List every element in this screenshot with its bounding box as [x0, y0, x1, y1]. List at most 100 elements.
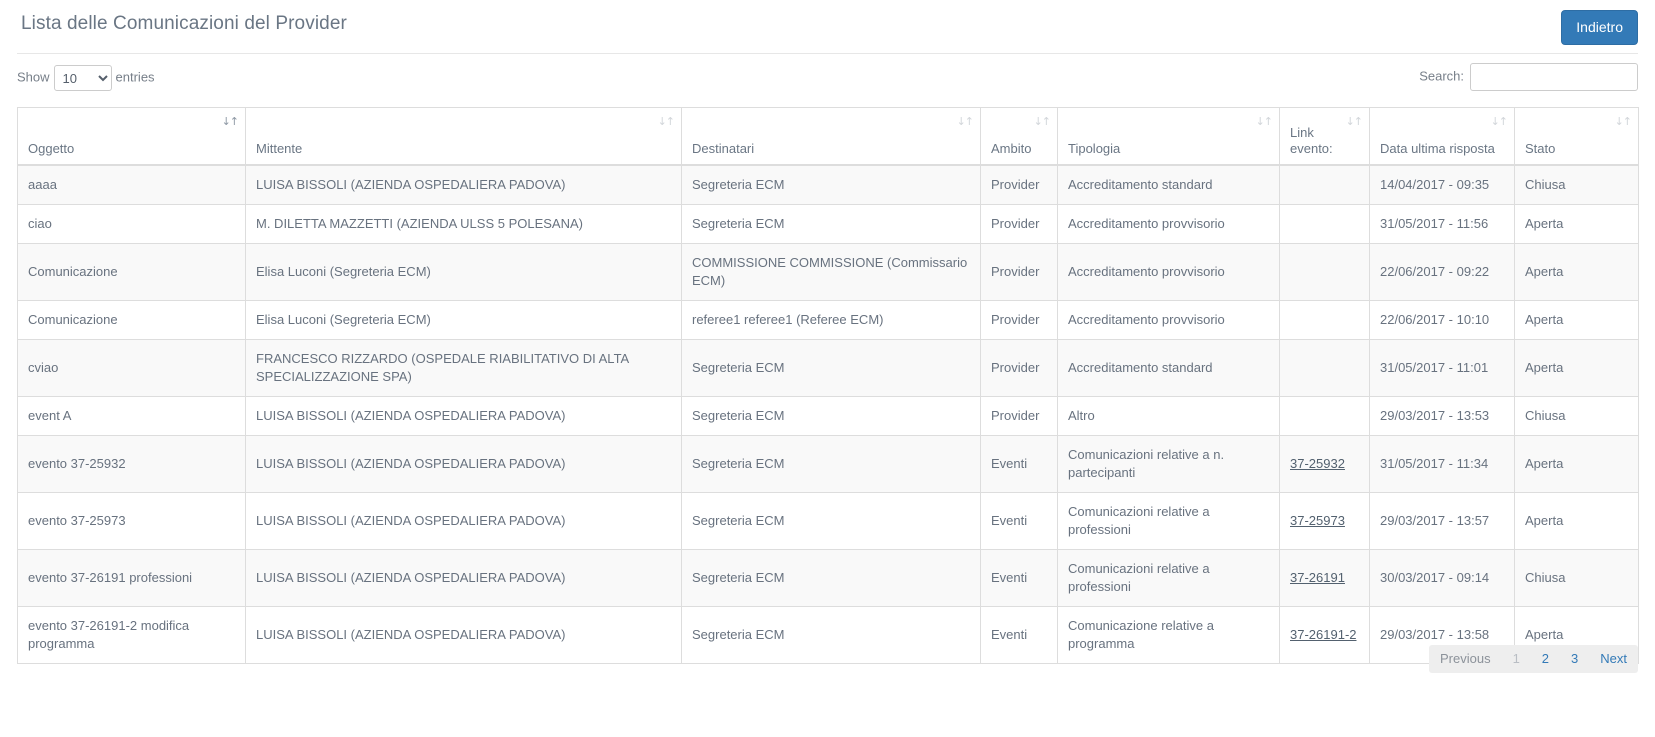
column-label-ambito: Ambito	[991, 140, 1032, 156]
cell-mittente: M. DILETTA MAZZETTI (AZIENDA ULSS 5 POLE…	[245, 203, 682, 244]
event-link[interactable]: 37-25932	[1290, 456, 1345, 471]
cell-tipologia: Comunicazione relative a programma	[1057, 605, 1280, 664]
cell-ambito: Eventi	[980, 434, 1058, 493]
table-row: Comunicazione Elisa Luconi (Segreteria EC…	[17, 242, 1639, 301]
cell-link-evento	[1279, 395, 1370, 436]
table-row: evento 37-26191-2 modifica programma LUIS…	[17, 605, 1639, 664]
cell-stato: Aperta	[1514, 434, 1639, 493]
cell-oggetto: ciao	[17, 203, 246, 244]
communications-table-wrapper: ↓↑ Oggetto ↓↑ Mittente ↓↑ Destinatari ↓↑…	[17, 107, 1639, 664]
cell-destinatari: Segreteria ECM	[681, 164, 981, 205]
cell-tipologia: Accreditamento provvisorio	[1057, 203, 1280, 244]
cell-data-ultima-risposta: 22/06/2017 - 09:22	[1369, 242, 1515, 301]
cell-oggetto: Comunicazione	[17, 242, 246, 301]
search-input[interactable]	[1470, 63, 1638, 91]
communications-list-page: Lista delle Comunicazioni del Provider I…	[0, 0, 1655, 737]
cell-mittente: FRANCESCO RIZZARDO (OSPEDALE RIABILITATI…	[245, 338, 682, 397]
cell-data-ultima-risposta: 30/03/2017 - 09:14	[1369, 548, 1515, 607]
pagination-page-3[interactable]: 3	[1560, 645, 1589, 673]
cell-oggetto: Comunicazione	[17, 299, 246, 340]
column-header-destinatari[interactable]: ↓↑ Destinatari	[681, 107, 981, 166]
column-header-ambito[interactable]: ↓↑ Ambito	[980, 107, 1058, 166]
column-label-oggetto: Oggetto	[28, 140, 75, 156]
cell-mittente: LUISA BISSOLI (AZIENDA OSPEDALIERA PADOV…	[245, 164, 682, 205]
cell-link-evento	[1279, 338, 1370, 397]
pagination-next[interactable]: Next	[1589, 645, 1638, 673]
cell-mittente: Elisa Luconi (Segreteria ECM)	[245, 242, 682, 301]
cell-tipologia: Altro	[1057, 395, 1280, 436]
table-row: event A LUISA BISSOLI (AZIENDA OSPEDALIER…	[17, 395, 1639, 436]
cell-data-ultima-risposta: 29/03/2017 - 13:53	[1369, 395, 1515, 436]
cell-data-ultima-risposta: 31/05/2017 - 11:34	[1369, 434, 1515, 493]
cell-link-evento: 37-26191-2	[1279, 605, 1370, 664]
column-label-link-evento: Link evento:	[1290, 124, 1333, 156]
cell-destinatari: COMMISSIONE COMMISSIONE (Commissario ECM…	[681, 242, 981, 301]
cell-ambito: Eventi	[980, 605, 1058, 664]
cell-stato: Chiusa	[1514, 395, 1639, 436]
table-row: evento 37-25973 LUISA BISSOLI (AZIENDA OS…	[17, 491, 1639, 550]
cell-stato: Chiusa	[1514, 548, 1639, 607]
cell-link-evento	[1279, 299, 1370, 340]
column-header-tipologia[interactable]: ↓↑ Tipologia	[1057, 107, 1280, 166]
column-label-data-ultima-risposta: Data ultima risposta	[1380, 140, 1495, 156]
cell-ambito: Provider	[980, 299, 1058, 340]
column-label-tipologia: Tipologia	[1068, 140, 1121, 156]
column-header-mittente[interactable]: ↓↑ Mittente	[245, 107, 682, 166]
cell-tipologia: Accreditamento provvisorio	[1057, 242, 1280, 301]
cell-stato: Aperta	[1514, 203, 1639, 244]
cell-destinatari: Segreteria ECM	[681, 605, 981, 664]
search-label: Search:	[1419, 68, 1464, 84]
cell-destinatari: Segreteria ECM	[681, 434, 981, 493]
cell-ambito: Eventi	[980, 491, 1058, 550]
cell-ambito: Provider	[980, 395, 1058, 436]
cell-destinatari: Segreteria ECM	[681, 203, 981, 244]
event-link[interactable]: 37-25973	[1290, 513, 1345, 528]
communications-table: ↓↑ Oggetto ↓↑ Mittente ↓↑ Destinatari ↓↑…	[17, 107, 1639, 664]
cell-stato: Aperta	[1514, 299, 1639, 340]
column-header-data-ultima-risposta[interactable]: ↓↑ Data ultima risposta	[1369, 107, 1515, 166]
table-row: Comunicazione Elisa Luconi (Segreteria EC…	[17, 299, 1639, 340]
table-header-row: ↓↑ Oggetto ↓↑ Mittente ↓↑ Destinatari ↓↑…	[17, 107, 1639, 166]
panel-header: Lista delle Comunicazioni del Provider I…	[0, 0, 1655, 53]
cell-link-evento: 37-25973	[1279, 491, 1370, 550]
cell-tipologia: Accreditamento standard	[1057, 338, 1280, 397]
cell-destinatari: Segreteria ECM	[681, 395, 981, 436]
cell-destinatari: Segreteria ECM	[681, 491, 981, 550]
cell-oggetto: evento 37-25932	[17, 434, 246, 493]
cell-link-evento: 37-26191	[1279, 548, 1370, 607]
event-link[interactable]: 37-26191-2	[1290, 627, 1357, 642]
column-header-stato[interactable]: ↓↑ Stato	[1514, 107, 1639, 166]
column-header-link-evento[interactable]: ↓↑ Link evento:	[1279, 107, 1370, 166]
page-title: Lista delle Comunicazioni del Provider	[21, 13, 347, 34]
cell-tipologia: Accreditamento standard	[1057, 164, 1280, 205]
search-control: Search:	[1419, 63, 1638, 91]
cell-mittente: LUISA BISSOLI (AZIENDA OSPEDALIERA PADOV…	[245, 491, 682, 550]
cell-link-evento	[1279, 242, 1370, 301]
cell-stato: Aperta	[1514, 242, 1639, 301]
entries-label: entries	[115, 69, 155, 85]
cell-link-evento: 37-25932	[1279, 434, 1370, 493]
cell-data-ultima-risposta: 31/05/2017 - 11:01	[1369, 338, 1515, 397]
cell-oggetto: evento 37-26191 professioni	[17, 548, 246, 607]
column-header-oggetto[interactable]: ↓↑ Oggetto	[17, 107, 246, 166]
pagination: Previous 1 2 3 Next	[1428, 645, 1638, 673]
cell-tipologia: Comunicazioni relative a n. partecipanti	[1057, 434, 1280, 493]
cell-stato: Aperta	[1514, 491, 1639, 550]
event-link[interactable]: 37-26191	[1290, 570, 1345, 585]
cell-oggetto: evento 37-26191-2 modifica programma	[17, 605, 246, 664]
sort-both-icon: ↓↑	[657, 115, 675, 128]
sort-both-icon: ↓↑	[1255, 115, 1273, 128]
back-button[interactable]: Indietro	[1561, 10, 1638, 45]
column-label-destinatari: Destinatari	[692, 140, 755, 156]
cell-destinatari: referee1 referee1 (Referee ECM)	[681, 299, 981, 340]
cell-destinatari: Segreteria ECM	[681, 548, 981, 607]
show-label: Show	[17, 69, 50, 85]
sort-both-icon: ↓↑	[1345, 115, 1363, 128]
page-length-select[interactable]: 102550100	[53, 65, 112, 91]
pagination-page-1[interactable]: 1	[1502, 645, 1531, 673]
table-row: evento 37-25932 LUISA BISSOLI (AZIENDA OS…	[17, 434, 1639, 493]
cell-destinatari: Segreteria ECM	[681, 338, 981, 397]
pagination-page-2[interactable]: 2	[1531, 645, 1560, 673]
cell-mittente: LUISA BISSOLI (AZIENDA OSPEDALIERA PADOV…	[245, 395, 682, 436]
sort-both-icon: ↓↑	[1490, 115, 1508, 128]
